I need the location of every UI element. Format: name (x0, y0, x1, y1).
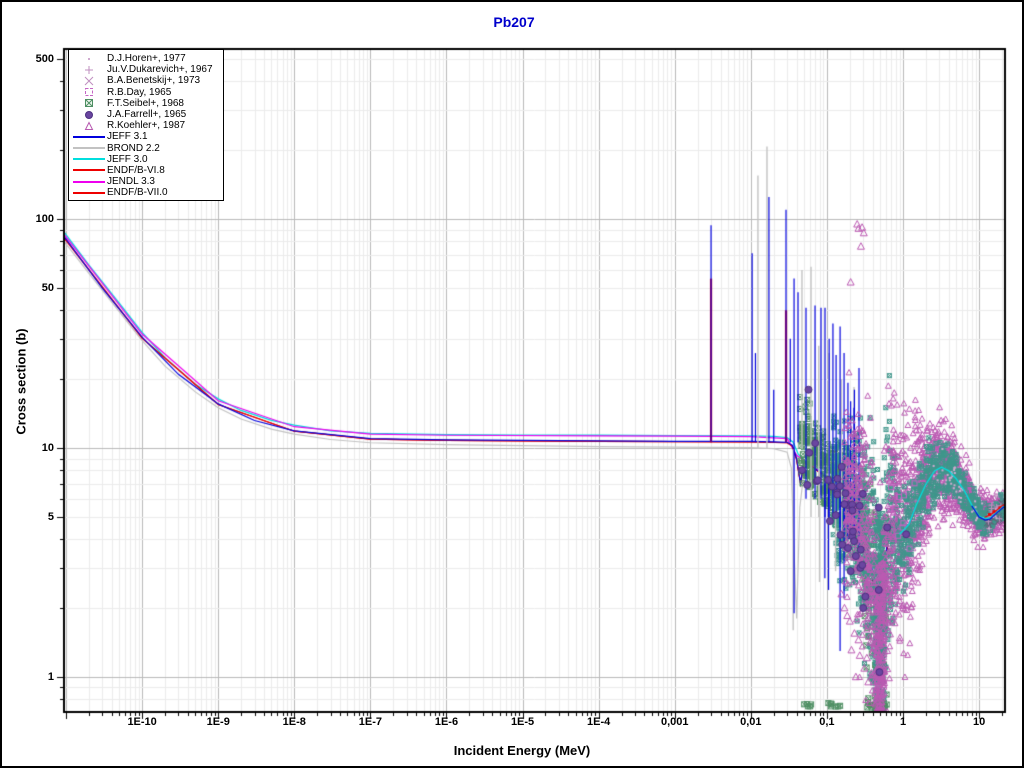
legend-item-label: JEFF 3.0 (107, 154, 148, 165)
y-tick-label: 50 (10, 282, 54, 294)
legend-item[interactable]: B.A.Benetskij+, 1973 (71, 75, 223, 86)
legend-item[interactable]: Ju.V.Dukarevich+, 1967 (71, 64, 223, 75)
line-icon (71, 132, 107, 142)
y-axis-title: Cross section (b) (14, 307, 29, 457)
square-cross-icon (71, 98, 107, 108)
legend-item-label: R.Koehler+, 1987 (107, 120, 185, 131)
legend-item-label: Ju.V.Dukarevich+, 1967 (107, 64, 213, 75)
x-tick-label: 1E-8 (262, 716, 326, 728)
y-tick-label: 5 (10, 511, 54, 523)
x-tick-label: 1E-6 (414, 716, 478, 728)
y-tick-label: 10 (10, 442, 54, 454)
triangle-icon (71, 121, 107, 131)
legend-item[interactable]: ENDF/B-VI.8 (71, 165, 223, 176)
x-tick-label: 10 (947, 716, 1011, 728)
legend-item-label: F.T.Seibel+, 1968 (107, 98, 184, 109)
square-icon (71, 87, 107, 97)
legend-item[interactable]: F.T.Seibel+, 1968 (71, 98, 223, 109)
line-icon (71, 154, 107, 164)
x-tick-label: 1E-10 (110, 716, 174, 728)
chart-title: Pb207 (2, 14, 1024, 30)
line-icon (71, 143, 107, 153)
legend-item-label: R.B.Day, 1965 (107, 87, 171, 98)
chart-page: Pb207 Incident Energy (MeV) Cross sectio… (0, 0, 1024, 768)
y-tick-label: 100 (10, 213, 54, 225)
x-tick-label: 1 (871, 716, 935, 728)
legend-item[interactable]: JENDL 3.3 (71, 176, 223, 187)
legend-item[interactable]: ENDF/B-VII.0 (71, 187, 223, 198)
dot-icon (71, 54, 107, 64)
legend-item[interactable]: R.Koehler+, 1987 (71, 120, 223, 131)
x-tick-label: 1E-7 (338, 716, 402, 728)
circle-icon (71, 110, 107, 120)
legend-item-label: ENDF/B-VI.8 (107, 165, 165, 176)
legend-item[interactable]: JEFF 3.1 (71, 131, 223, 142)
legend-item-label: J.A.Farrell+, 1965 (107, 109, 186, 120)
legend-item-label: JEFF 3.1 (107, 131, 148, 142)
legend-item-label: D.J.Horen+, 1977 (107, 53, 186, 64)
x-tick-label: 0,01 (719, 716, 783, 728)
x-tick-label: 0,1 (795, 716, 859, 728)
x-tick-label: 1E-9 (186, 716, 250, 728)
x-axis-title: Incident Energy (MeV) (222, 743, 822, 758)
y-tick-label: 1 (10, 671, 54, 683)
legend-item[interactable]: D.J.Horen+, 1977 (71, 53, 223, 64)
legend-item-label: ENDF/B-VII.0 (107, 187, 168, 198)
legend-item-label: B.A.Benetskij+, 1973 (107, 75, 200, 86)
x-tick-label: 1E-4 (567, 716, 631, 728)
y-tick-label: 500 (10, 53, 54, 65)
line-icon (71, 165, 107, 175)
legend-item[interactable]: BROND 2.2 (71, 143, 223, 154)
legend-item[interactable]: JEFF 3.0 (71, 154, 223, 165)
legend: D.J.Horen+, 1977Ju.V.Dukarevich+, 1967B.… (68, 49, 224, 201)
line-icon (71, 188, 107, 198)
legend-item-label: JENDL 3.3 (107, 176, 155, 187)
x-icon (71, 76, 107, 86)
line-icon (71, 177, 107, 187)
x-tick-label: 0,001 (643, 716, 707, 728)
legend-item[interactable]: J.A.Farrell+, 1965 (71, 109, 223, 120)
legend-item[interactable]: R.B.Day, 1965 (71, 87, 223, 98)
plus-icon (71, 65, 107, 75)
legend-item-label: BROND 2.2 (107, 143, 160, 154)
x-tick-label: 1E-5 (491, 716, 555, 728)
